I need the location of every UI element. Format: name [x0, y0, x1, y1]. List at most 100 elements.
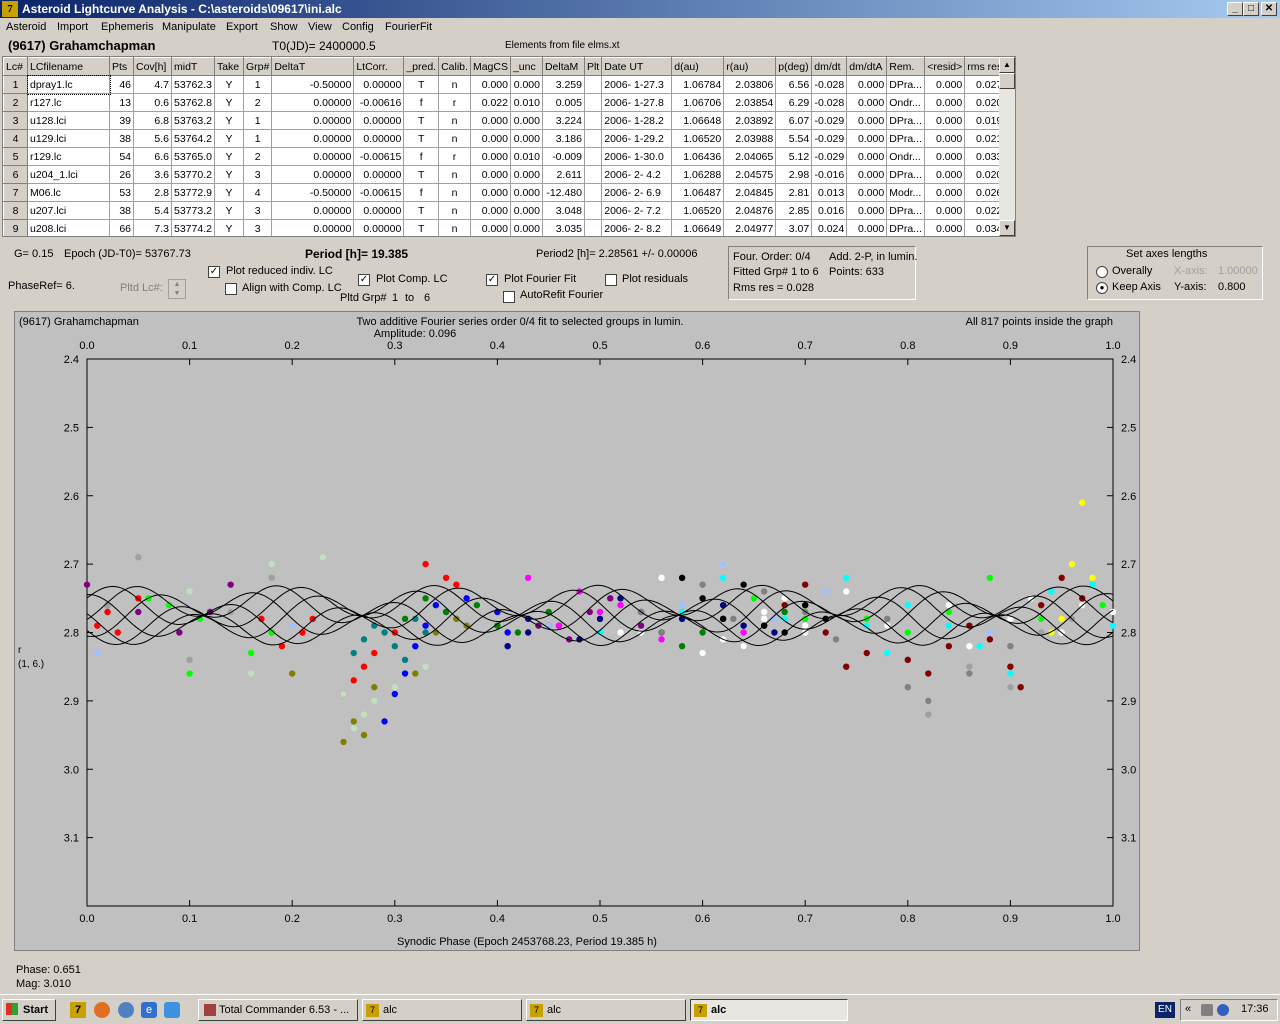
table-cell[interactable]: 53772.9: [171, 183, 215, 202]
table-cell[interactable]: 0.00000: [271, 165, 355, 184]
table-cell[interactable]: 66: [109, 219, 134, 236]
table-cell[interactable]: 3: [3, 111, 28, 130]
quicklaunch-desktop-icon[interactable]: [164, 1002, 180, 1018]
table-cell[interactable]: f: [403, 147, 440, 166]
table-cell[interactable]: 3.6: [133, 165, 172, 184]
table-cell[interactable]: f: [403, 93, 440, 112]
table-cell[interactable]: 0.016: [811, 201, 848, 220]
table-cell[interactable]: n: [438, 201, 471, 220]
table-cell[interactable]: 1: [243, 129, 273, 148]
table-cell[interactable]: 0.000: [846, 93, 888, 112]
lightcurve-chart[interactable]: (9617) Grahamchapman Two additive Fourier…: [15, 312, 1258, 952]
table-cell[interactable]: Ondr...: [886, 147, 926, 166]
table-cell[interactable]: 53: [109, 183, 134, 202]
xaxis-value[interactable]: 1.00000: [1218, 265, 1258, 277]
plot-fourier-checkbox[interactable]: ✓: [486, 274, 498, 286]
table-cell[interactable]: 2.81: [775, 183, 813, 202]
table-cell[interactable]: 6.8: [133, 111, 172, 130]
table-cell[interactable]: 1.06436: [671, 147, 725, 166]
table-cell[interactable]: 0.00000: [353, 129, 405, 148]
table-cell[interactable]: 8: [3, 201, 28, 220]
table-cell[interactable]: 2.04876: [723, 201, 777, 220]
task-alc-1[interactable]: alc: [362, 999, 522, 1021]
quicklaunch-browser-icon[interactable]: [118, 1002, 134, 1018]
table-cell[interactable]: r: [438, 147, 471, 166]
table-cell[interactable]: 0.000: [470, 75, 511, 94]
period-label[interactable]: Period [h]= 19.385: [305, 247, 408, 261]
plot-comp-checkbox[interactable]: ✓: [358, 274, 370, 286]
lightcurve-plot[interactable]: (9617) Grahamchapman Two additive Fourier…: [14, 311, 1258, 952]
table-cell[interactable]: 0.000: [846, 111, 888, 130]
table-scrollbar[interactable]: ▲ ▼: [999, 57, 1015, 236]
minimize-button[interactable]: _: [1227, 2, 1243, 16]
table-cell[interactable]: 2006- 1-29.2: [601, 129, 673, 148]
table-cell[interactable]: 0.000: [924, 129, 966, 148]
table-cell[interactable]: 5.6: [133, 129, 172, 148]
table-cell[interactable]: 0.00000: [271, 129, 355, 148]
table-cell[interactable]: 3.186: [542, 129, 585, 148]
table-cell[interactable]: 0.000: [924, 183, 966, 202]
table-cell[interactable]: -0.016: [811, 165, 848, 184]
table-cell[interactable]: 0.000: [470, 129, 511, 148]
app-icon[interactable]: 7: [2, 1, 18, 17]
table-cell[interactable]: 0.00000: [353, 165, 405, 184]
table-cell[interactable]: 2.03854: [723, 93, 777, 112]
table-cell[interactable]: 0.000: [510, 111, 543, 130]
pltd-grp-to[interactable]: 6: [424, 292, 430, 304]
table-cell[interactable]: n: [438, 165, 471, 184]
keep-axis-radio[interactable]: ●: [1096, 282, 1108, 294]
table-cell[interactable]: 0.00000: [353, 75, 405, 94]
table-cell[interactable]: -0.028: [811, 93, 848, 112]
quicklaunch-firefox-icon[interactable]: [94, 1002, 110, 1018]
table-cell[interactable]: 6.07: [775, 111, 813, 130]
table-cell[interactable]: 2.85: [775, 201, 813, 220]
pltd-grp-from[interactable]: 1: [392, 292, 398, 304]
table-row[interactable]: 1 dpray1.lc 46 4.7 53762.3 Y 1 -0.50000 0.00000 T…: [3, 74, 1006, 95]
table-cell[interactable]: 0.010: [510, 93, 543, 112]
table-cell[interactable]: 53774.2: [171, 219, 215, 236]
task-total-commander[interactable]: Total Commander 6.53 - ...: [198, 999, 358, 1021]
table-cell[interactable]: 0.000: [470, 183, 511, 202]
plot-residuals-checkbox[interactable]: [605, 274, 617, 286]
task-alc-2[interactable]: alc: [526, 999, 686, 1021]
scroll-up-icon[interactable]: ▲: [999, 57, 1015, 73]
table-cell[interactable]: Y: [214, 201, 244, 220]
table-cell[interactable]: 1.06520: [671, 201, 725, 220]
table-cell[interactable]: 0.000: [924, 201, 966, 220]
table-cell[interactable]: [584, 93, 603, 112]
table-cell[interactable]: 0.024: [811, 219, 848, 236]
table-cell[interactable]: 38: [109, 201, 134, 220]
table-cell[interactable]: DPra...: [886, 201, 926, 220]
table-cell[interactable]: 1: [243, 111, 273, 130]
column-header[interactable]: Cov[h]: [133, 57, 172, 76]
table-cell[interactable]: Y: [214, 129, 244, 148]
table-cell[interactable]: 0.000: [846, 129, 888, 148]
table-cell[interactable]: T: [403, 75, 440, 94]
table-cell[interactable]: u204_1.lci: [27, 165, 110, 184]
table-cell[interactable]: 2006- 1-27.3: [601, 75, 673, 94]
column-header[interactable]: _unc: [509, 57, 543, 76]
menu-config[interactable]: Config: [342, 21, 374, 33]
table-cell[interactable]: 0.013: [811, 183, 848, 202]
table-cell[interactable]: [584, 165, 603, 184]
table-row[interactable]: 6 u204_1.lci 26 3.6 53770.2 Y 3 0.00000 0.00000 T…: [3, 165, 1006, 184]
menu-fourierfit[interactable]: FourierFit: [385, 21, 432, 33]
column-header[interactable]: DeltaM: [541, 57, 585, 76]
column-header[interactable]: Plt: [583, 57, 603, 76]
table-cell[interactable]: 2006- 2- 6.9: [601, 183, 673, 202]
table-cell[interactable]: 0.000: [510, 201, 543, 220]
yaxis-value[interactable]: 0.800: [1218, 281, 1246, 293]
table-cell[interactable]: n: [438, 129, 471, 148]
table-cell[interactable]: 2.611: [542, 165, 585, 184]
table-cell[interactable]: DPra...: [886, 129, 926, 148]
table-cell[interactable]: 0.000: [846, 147, 888, 166]
task-alc-3-active[interactable]: alc: [690, 999, 848, 1021]
table-cell[interactable]: 0.00000: [271, 201, 355, 220]
table-cell[interactable]: 0.010: [510, 147, 543, 166]
table-cell[interactable]: 2006- 2- 8.2: [601, 219, 673, 236]
table-cell[interactable]: 5.4: [133, 201, 172, 220]
table-cell[interactable]: 0.000: [470, 201, 511, 220]
table-cell[interactable]: Ondr...: [886, 93, 926, 112]
column-header[interactable]: Pts: [109, 57, 134, 76]
table-cell[interactable]: u129.lci: [27, 129, 110, 148]
